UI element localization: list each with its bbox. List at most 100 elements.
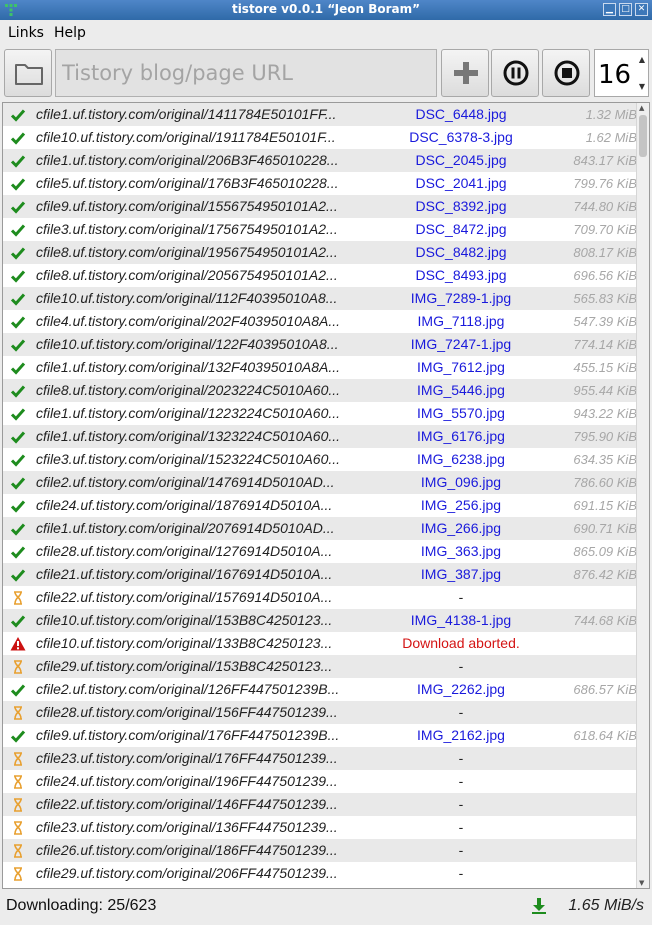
table-row[interactable]: cfile21.uf.tistory.com/original/1676914D… (3, 563, 637, 586)
row-filename[interactable]: DSC_8392.jpg (346, 195, 576, 218)
table-row[interactable]: cfile23.uf.tistory.com/original/176FF447… (3, 747, 637, 770)
row-url: cfile29.uf.tistory.com/original/153B8C42… (36, 658, 333, 674)
table-row[interactable]: cfile1.uf.tistory.com/original/1323224C5… (3, 425, 637, 448)
row-filename[interactable]: DSC_8482.jpg (346, 241, 576, 264)
row-size: 618.64 KiB (573, 728, 637, 743)
row-url: cfile23.uf.tistory.com/original/136FF447… (36, 819, 338, 835)
table-row[interactable]: cfile10.uf.tistory.com/original/122F4039… (3, 333, 637, 356)
table-row[interactable]: cfile10.uf.tistory.com/original/153B8C42… (3, 609, 637, 632)
status-bar: Downloading: 25/623 1.65 MiB/s (0, 891, 652, 925)
table-row[interactable]: cfile3.uf.tistory.com/original/175675495… (3, 218, 637, 241)
row-filename: - (458, 658, 464, 674)
row-filename[interactable]: IMG_7118.jpg (346, 310, 576, 333)
table-row[interactable]: cfile1.uf.tistory.com/original/2076914D5… (3, 517, 637, 540)
table-row[interactable]: cfile10.uf.tistory.com/original/1911784E… (3, 126, 637, 149)
row-filename[interactable]: IMG_256.jpg (346, 494, 576, 517)
row-filename[interactable]: IMG_387.jpg (346, 563, 576, 586)
table-row[interactable]: cfile1.uf.tistory.com/original/132F40395… (3, 356, 637, 379)
row-filename[interactable]: IMG_5570.jpg (346, 402, 576, 425)
row-filename[interactable]: DSC_2045.jpg (346, 149, 576, 172)
row-filename[interactable]: IMG_2262.jpg (346, 678, 576, 701)
hourglass-icon (10, 843, 26, 859)
row-filename[interactable]: IMG_4138-1.jpg (346, 609, 576, 632)
scroll-down-icon[interactable]: ▼ (639, 879, 644, 887)
table-row[interactable]: cfile29.uf.tistory.com/original/206FF447… (3, 862, 637, 885)
row-size: 547.39 KiB (573, 314, 637, 329)
minimize-button[interactable]: ▁ (603, 3, 616, 16)
row-filename[interactable]: DSC_8472.jpg (346, 218, 576, 241)
table-row[interactable]: cfile1.uf.tistory.com/original/1411784E5… (3, 103, 637, 126)
title-bar: tistore v0.0.1 “Jeon Boram” ▁ □ ✕ (0, 0, 652, 20)
row-filename[interactable]: IMG_5446.jpg (346, 379, 576, 402)
table-row[interactable]: cfile24.uf.tistory.com/original/196FF447… (3, 770, 637, 793)
pause-button[interactable] (491, 49, 539, 97)
url-input[interactable] (55, 49, 437, 97)
folder-icon (15, 64, 43, 85)
row-filename[interactable]: IMG_363.jpg (346, 540, 576, 563)
table-row[interactable]: cfile3.uf.tistory.com/original/1523224C5… (3, 448, 637, 471)
table-row[interactable]: cfile22.uf.tistory.com/original/146FF447… (3, 793, 637, 816)
table-row[interactable]: cfile4.uf.tistory.com/original/202F40395… (3, 310, 637, 333)
table-row[interactable]: cfile29.uf.tistory.com/original/153B8C42… (3, 655, 637, 678)
spin-down-icon[interactable]: ▼ (639, 82, 645, 91)
table-row[interactable]: cfile10.uf.tistory.com/original/133B8C42… (3, 632, 637, 655)
table-row[interactable]: cfile9.uf.tistory.com/original/176FF4475… (3, 724, 637, 747)
table-row[interactable]: cfile26.uf.tistory.com/original/186FF447… (3, 839, 637, 862)
table-row[interactable]: cfile1.uf.tistory.com/original/206B3F465… (3, 149, 637, 172)
row-size: 774.14 KiB (573, 337, 637, 352)
table-row[interactable]: cfile9.uf.tistory.com/original/155675495… (3, 195, 637, 218)
row-filename[interactable]: IMG_096.jpg (346, 471, 576, 494)
open-folder-button[interactable] (4, 49, 52, 97)
table-row[interactable]: cfile8.uf.tistory.com/original/205675495… (3, 264, 637, 287)
table-row[interactable]: cfile8.uf.tistory.com/original/2023224C5… (3, 379, 637, 402)
row-filename[interactable]: IMG_266.jpg (346, 517, 576, 540)
checkmark-icon (10, 475, 26, 491)
close-icon: ✕ (637, 4, 646, 14)
table-row[interactable]: cfile24.uf.tistory.com/original/1876914D… (3, 494, 637, 517)
row-url: cfile24.uf.tistory.com/original/196FF447… (36, 773, 338, 789)
scroll-thumb[interactable] (639, 115, 647, 157)
checkmark-icon (10, 682, 26, 698)
row-url: cfile8.uf.tistory.com/original/195675495… (36, 244, 338, 260)
menu-help[interactable]: Help (54, 25, 86, 41)
row-filename[interactable]: DSC_8493.jpg (346, 264, 576, 287)
row-filename[interactable]: DSC_2041.jpg (346, 172, 576, 195)
maximize-button[interactable]: □ (619, 3, 632, 16)
menu-links[interactable]: Links (8, 25, 44, 41)
table-row[interactable]: cfile2.uf.tistory.com/original/1476914D5… (3, 471, 637, 494)
table-row[interactable]: cfile8.uf.tistory.com/original/195675495… (3, 241, 637, 264)
table-row[interactable]: cfile23.uf.tistory.com/original/136FF447… (3, 816, 637, 839)
table-row[interactable]: cfile1.uf.tistory.com/original/1223224C5… (3, 402, 637, 425)
row-filename[interactable]: IMG_7612.jpg (346, 356, 576, 379)
threads-value[interactable]: 16 (598, 60, 631, 90)
download-list[interactable]: cfile29.uf.tistory.com/original/206FF447… (2, 102, 650, 889)
table-row[interactable]: cfile10.uf.tistory.com/original/112F4039… (3, 287, 637, 310)
scroll-up-icon[interactable]: ▲ (639, 104, 644, 112)
checkmark-icon (10, 245, 26, 261)
vertical-scrollbar[interactable]: ▲ ▼ (636, 103, 649, 888)
row-filename[interactable]: DSC_6448.jpg (346, 103, 576, 126)
row-filename[interactable]: IMG_7247-1.jpg (346, 333, 576, 356)
row-filename[interactable]: DSC_6378-3.jpg (346, 126, 576, 149)
checkmark-icon (10, 360, 26, 376)
table-row[interactable]: cfile22.uf.tistory.com/original/1576914D… (3, 586, 637, 609)
row-filename[interactable]: IMG_2162.jpg (346, 724, 576, 747)
row-filename[interactable]: IMG_6238.jpg (346, 448, 576, 471)
row-filename[interactable]: IMG_7289-1.jpg (346, 287, 576, 310)
hourglass-icon (10, 659, 26, 675)
add-button[interactable] (441, 49, 489, 97)
row-filename[interactable]: IMG_6176.jpg (346, 425, 576, 448)
hourglass-icon (10, 797, 26, 813)
row-url: cfile8.uf.tistory.com/original/2023224C5… (36, 382, 341, 398)
threads-spinbox[interactable]: 16 ▲ ▼ (594, 49, 649, 97)
close-button[interactable]: ✕ (635, 3, 648, 16)
stop-button[interactable] (542, 49, 590, 97)
table-row[interactable]: cfile28.uf.tistory.com/original/156FF447… (3, 701, 637, 724)
row-url: cfile21.uf.tistory.com/original/1676914D… (36, 566, 333, 582)
row-size: 744.80 KiB (573, 199, 637, 214)
table-row[interactable]: cfile5.uf.tistory.com/original/176B3F465… (3, 172, 637, 195)
table-row[interactable]: cfile28.uf.tistory.com/original/1276914D… (3, 540, 637, 563)
row-url: cfile1.uf.tistory.com/original/1323224C5… (36, 428, 341, 444)
spin-up-icon[interactable]: ▲ (639, 55, 645, 64)
table-row[interactable]: cfile2.uf.tistory.com/original/126FF4475… (3, 678, 637, 701)
